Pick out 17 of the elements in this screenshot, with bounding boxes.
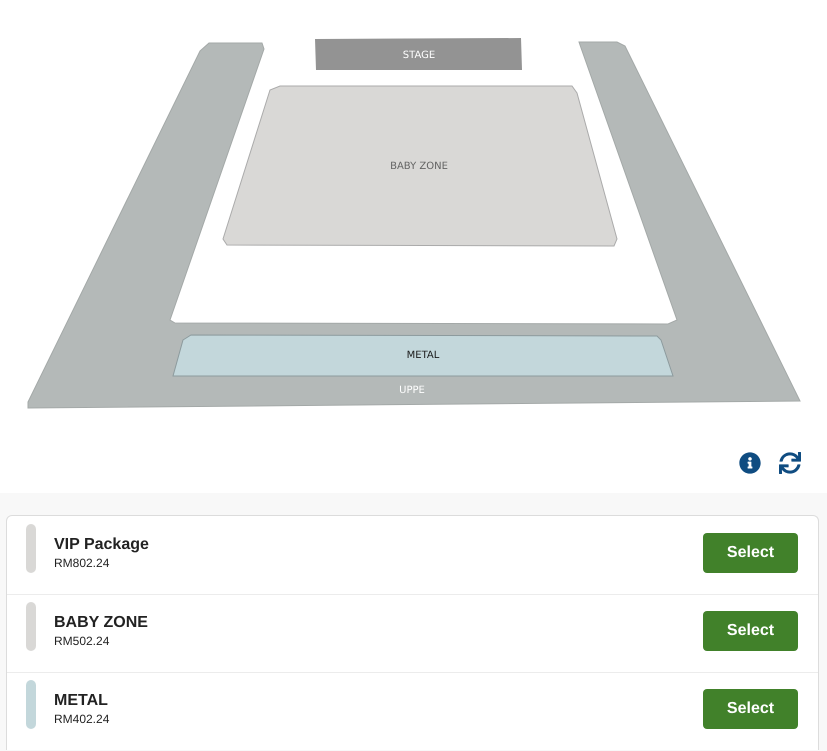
section-label: BABY ZONE <box>390 161 448 172</box>
ticket-name: BABY ZONE <box>54 613 148 633</box>
ticket-price: RM402.24 <box>54 711 110 727</box>
ticket-price: RM802.24 <box>54 555 110 571</box>
ticket-price: RM502.24 <box>54 633 110 649</box>
info-icon[interactable] <box>739 452 761 474</box>
ticket-name: VIP Package <box>54 535 149 555</box>
ticket-name: METAL <box>54 691 108 711</box>
section-label: UPPE <box>399 385 425 396</box>
select-button[interactable]: Select <box>703 689 798 729</box>
select-button[interactable]: Select <box>703 611 798 651</box>
select-button[interactable]: Select <box>703 533 798 573</box>
stage-label: STAGE <box>402 50 436 61</box>
refresh-icon[interactable] <box>779 452 801 474</box>
section-label: METAL <box>406 350 440 361</box>
seating-section[interactable] <box>222 86 618 246</box>
seating-section[interactable] <box>172 334 674 376</box>
